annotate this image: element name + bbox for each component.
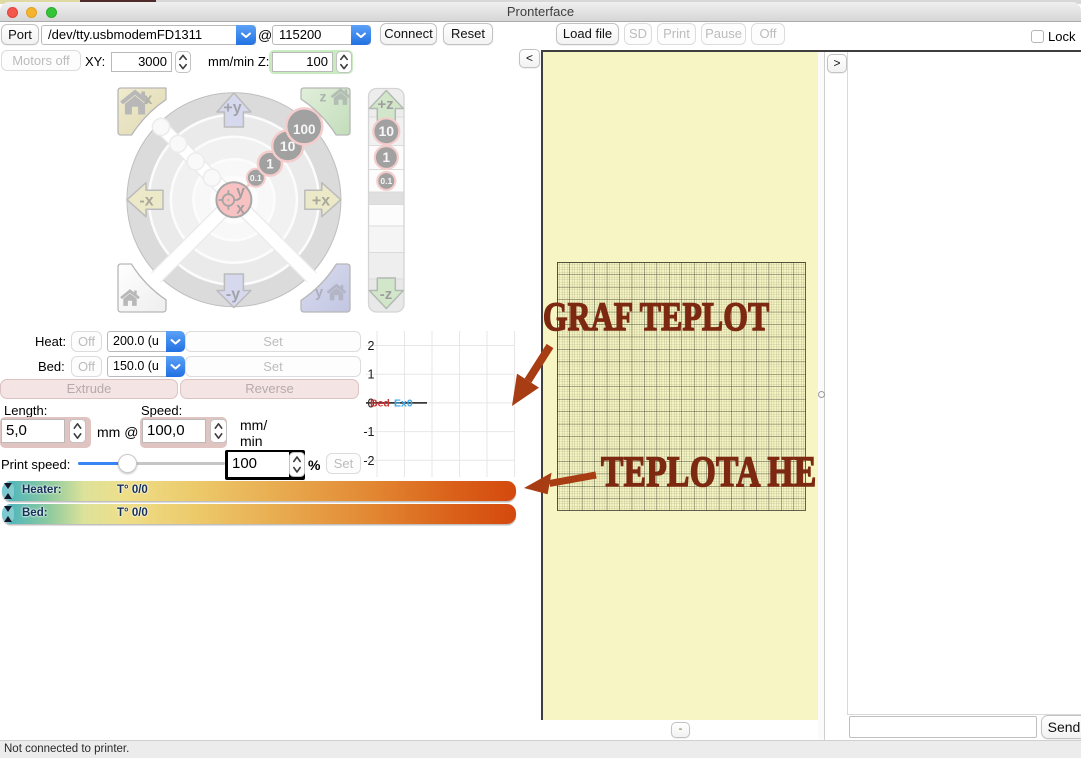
svg-text:Ex0: Ex0 xyxy=(394,398,413,410)
svg-text:0.1: 0.1 xyxy=(380,176,392,186)
svg-text:y: y xyxy=(236,184,245,201)
svg-text:-1: -1 xyxy=(363,425,374,439)
svg-text:y: y xyxy=(315,285,323,301)
svg-text:+z: +z xyxy=(377,96,393,113)
svg-text:+x: +x xyxy=(312,193,330,210)
svg-text:Bed: Bed xyxy=(370,398,390,410)
svg-text:-y: -y xyxy=(226,286,240,303)
svg-text:1: 1 xyxy=(368,368,375,382)
svg-text:1: 1 xyxy=(266,156,274,171)
svg-text:x: x xyxy=(236,201,245,218)
svg-text:-2: -2 xyxy=(363,454,374,468)
svg-text:-x: -x xyxy=(139,193,153,210)
svg-text:10: 10 xyxy=(379,123,395,139)
svg-text:x: x xyxy=(144,91,153,108)
svg-text:0.1: 0.1 xyxy=(250,173,262,183)
svg-text:-z: -z xyxy=(380,286,393,303)
svg-text:2: 2 xyxy=(368,339,375,353)
svg-text:1: 1 xyxy=(383,150,391,165)
svg-text:z: z xyxy=(320,89,327,105)
svg-text:100: 100 xyxy=(293,122,316,137)
svg-text:+y: +y xyxy=(223,100,241,117)
